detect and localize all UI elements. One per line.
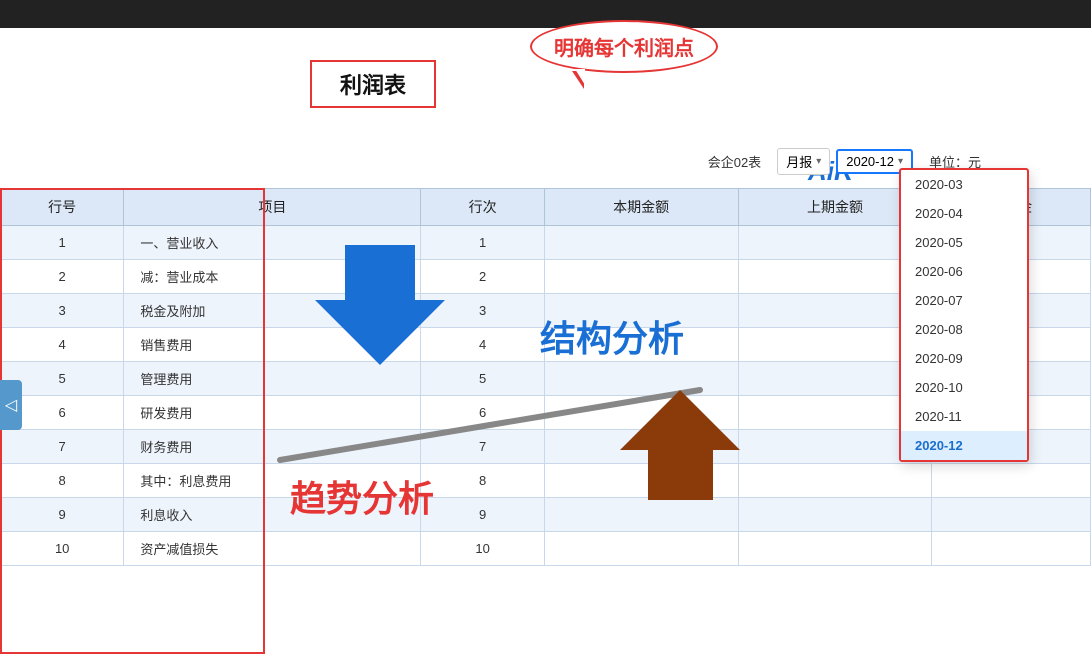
dropdown-item[interactable]: 2020-07	[901, 286, 1027, 315]
dropdown-item[interactable]: 2020-05	[901, 228, 1027, 257]
dropdown-item[interactable]: 2020-11	[901, 402, 1027, 431]
period-type-select[interactable]: 月报 ▾	[777, 148, 830, 175]
period-value-label: 2020-12	[846, 154, 894, 169]
col-rownum: 行号	[1, 189, 124, 226]
up-arrow-shaft	[648, 450, 713, 500]
dropdown-item[interactable]: 2020-04	[901, 199, 1027, 228]
period-chevron: ▾	[898, 156, 903, 167]
dropdown-item[interactable]: 2020-06	[901, 257, 1027, 286]
label-jiegou: 结构分析	[540, 310, 684, 362]
speech-bubble-text: 明确每个利润点	[530, 20, 718, 73]
period-type-chevron: ▾	[816, 156, 821, 167]
dropdown-item[interactable]: 2020-12	[901, 431, 1027, 460]
dropdown-item[interactable]: 2020-08	[901, 315, 1027, 344]
page-title: 利润表	[310, 60, 436, 108]
col-current: 本期金额	[544, 189, 738, 226]
col-item: 项目	[124, 189, 421, 226]
left-nav-arrow[interactable]: ◁	[0, 380, 22, 430]
speech-bubble: 明确每个利润点	[530, 20, 718, 73]
period-dropdown[interactable]: 2020-032020-042020-052020-062020-072020-…	[899, 168, 1029, 462]
down-arrow-blue	[315, 245, 445, 365]
period-type-label: 月报	[786, 152, 812, 171]
up-arrow-head	[620, 390, 740, 450]
col-seq: 行次	[421, 189, 544, 226]
table-row: 10资产减值损失10	[1, 532, 1091, 566]
arrow-head	[315, 300, 445, 365]
company-label: 会企02表	[708, 152, 761, 171]
arrow-shaft	[345, 245, 415, 300]
dropdown-item[interactable]: 2020-09	[901, 344, 1027, 373]
left-nav-icon: ◁	[5, 395, 17, 415]
up-arrow-brown	[620, 390, 740, 500]
dropdown-item[interactable]: 2020-10	[901, 373, 1027, 402]
table-row: 9利息收入9	[1, 498, 1091, 532]
label-qushi: 趋势分析	[290, 470, 434, 522]
dropdown-item[interactable]: 2020-03	[901, 170, 1027, 199]
